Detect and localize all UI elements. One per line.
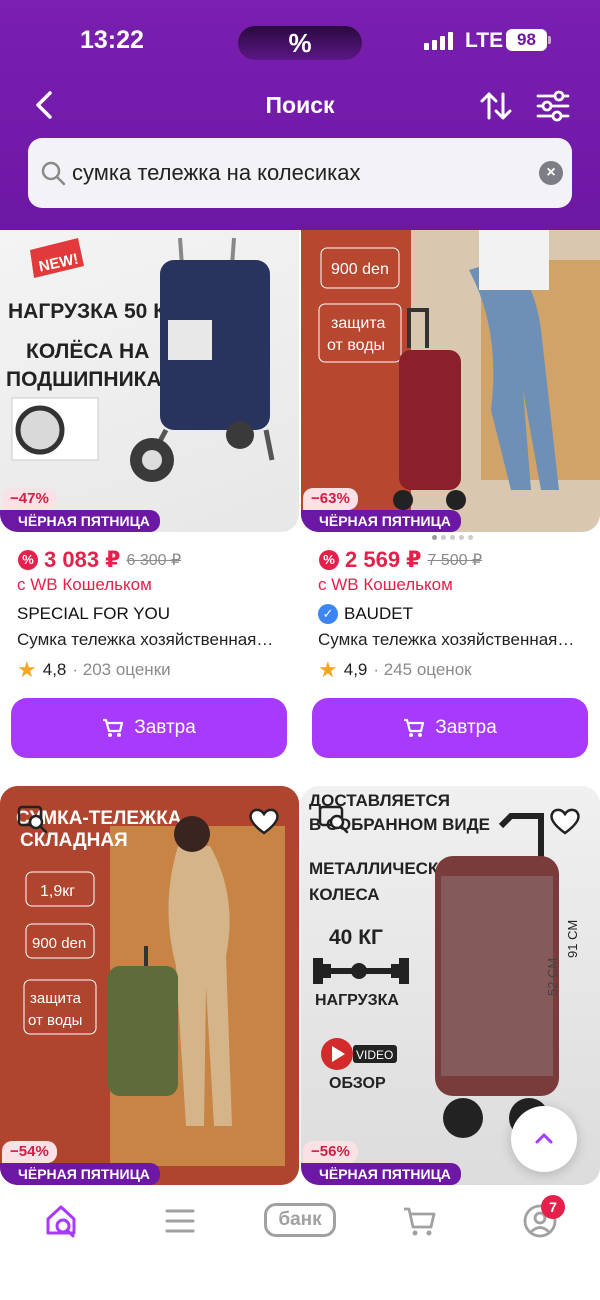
img-text-6: НАГРУЗКА <box>315 992 399 1009</box>
scroll-top-button[interactable] <box>511 1106 577 1172</box>
old-price: 7 500 ₽ <box>427 552 483 569</box>
product-name: Сумка тележка хозяйственная… <box>17 630 274 649</box>
discount-badge: −54% <box>2 1141 57 1163</box>
promo-label: ЧЁРНАЯ ПЯТНИЦА <box>0 1163 160 1185</box>
page-title: Поиск <box>265 92 335 118</box>
visual-search-icon[interactable] <box>317 802 351 836</box>
price-row: % 2 569 ₽ 7 500 ₽ <box>319 547 482 573</box>
product-card[interactable]: СУМКА-ТЕЛЕЖКА СКЛАДНАЯ 1,9кг 900 den защ… <box>0 786 299 1186</box>
filter-icon[interactable] <box>535 88 571 124</box>
img-text-4: 900 den <box>32 935 86 952</box>
product-photo: NEW! НАГРУЗКА 50 КГ. КОЛЁСА НА ПОДШИПНИК… <box>6 237 275 482</box>
wallet-note: с WB Кошельком <box>17 575 152 594</box>
wb-wallet-icon: % <box>18 550 38 570</box>
delivery-button[interactable]: Завтра <box>11 698 287 758</box>
network-label: LTE <box>465 29 504 52</box>
cart-badge: 7 <box>541 1195 565 1219</box>
old-price: 6 300 ₽ <box>126 552 182 569</box>
img-text-3: от воды <box>327 337 385 354</box>
product-image[interactable]: СУМКА-ТЕЛЕЖКА СКЛАДНАЯ 1,9кг 900 den защ… <box>0 786 299 1185</box>
price-row: % 3 083 ₽ 6 300 ₽ <box>18 547 181 573</box>
cart-icon <box>103 718 124 737</box>
img-text-6: от воды <box>28 1012 82 1029</box>
img-text-2: КОЛЁСА НА <box>26 340 149 363</box>
chevron-up-icon <box>535 1133 553 1144</box>
bank-button[interactable]: банк <box>264 1203 336 1237</box>
discount-badge: −63% <box>303 488 358 510</box>
battery-icon: 98 <box>506 29 547 51</box>
promo-label: ЧЁРНАЯ ПЯТНИЦА <box>301 510 461 532</box>
cart-icon[interactable] <box>402 1201 438 1241</box>
product-image[interactable]: NEW! НАГРУЗКА 50 КГ. КОЛЁСА НА ПОДШИПНИК… <box>0 230 299 532</box>
heart-icon[interactable] <box>548 804 582 838</box>
bottom-nav: банк 7 <box>0 1185 600 1300</box>
search-icon <box>41 161 66 186</box>
rating-value: 4,9 <box>343 660 368 679</box>
heart-icon[interactable] <box>247 804 281 838</box>
img-text-5: защита <box>30 990 82 1007</box>
product-name-text: Сумка тележка хозяйственная <box>318 630 558 649</box>
product-name: Сумка тележка хозяйственная… <box>318 630 575 649</box>
delivery-label: Завтра <box>435 717 497 738</box>
search-input[interactable]: сумка тележка на колесиках × <box>28 138 572 208</box>
brand-label: BAUDET <box>344 604 413 623</box>
img-text-9: 91 СМ <box>565 920 580 958</box>
star-icon: ★ <box>17 657 37 682</box>
catalog-icon[interactable] <box>164 1201 196 1241</box>
home-search-icon[interactable] <box>44 1201 78 1241</box>
reviews-count: · 245 оценок <box>373 660 472 679</box>
img-text-1: НАГРУЗКА 50 КГ. <box>8 300 181 323</box>
clear-icon[interactable]: × <box>539 161 563 185</box>
delivery-label: Завтра <box>134 717 196 738</box>
back-icon[interactable] <box>30 88 60 122</box>
img-text-10: 52 СМ <box>545 958 560 996</box>
img-text-1: 900 den <box>331 261 389 278</box>
img-text-2: защита <box>331 315 385 332</box>
top-bar: 13:22 % LTE 98 Поиск сумка тележка на ко… <box>0 0 600 230</box>
product-photo: СУМКА-ТЕЛЕЖКА СКЛАДНАЯ 1,9кг 900 den защ… <box>0 786 299 1185</box>
star-icon: ★ <box>318 657 338 682</box>
dynamic-island: % <box>238 26 362 60</box>
product-name-text: Сумка тележка хозяйственная <box>17 630 257 649</box>
discount-badge: −56% <box>303 1141 358 1163</box>
img-text-4: КОЛЕСА <box>309 885 380 904</box>
rating: ★ 4,9 · 245 оценок <box>318 657 472 683</box>
img-text-3: ПОДШИПНИКАХ <box>6 368 176 391</box>
rating: ★ 4,8 · 203 оценки <box>17 657 171 683</box>
visual-search-icon[interactable] <box>16 802 50 836</box>
img-text-7: VIDEO <box>356 1048 393 1062</box>
image-pager <box>432 535 473 540</box>
rating-value: 4,8 <box>42 660 67 679</box>
clock: 13:22 <box>80 26 144 54</box>
promo-label: ЧЁРНАЯ ПЯТНИЦА <box>0 510 160 532</box>
wb-wallet-icon: % <box>319 550 339 570</box>
discount-badge: −47% <box>2 488 57 510</box>
sort-icon[interactable] <box>478 88 514 124</box>
promo-label: ЧЁРНАЯ ПЯТНИЦА <box>301 1163 461 1185</box>
price: 2 569 ₽ <box>345 547 422 572</box>
brand-name: ✓ BAUDET <box>318 604 413 624</box>
img-text-8: ОБЗОР <box>329 1075 386 1092</box>
product-card[interactable]: NEW! НАГРУЗКА 50 КГ. КОЛЁСА НА ПОДШИПНИК… <box>0 230 299 770</box>
verified-icon: ✓ <box>318 604 338 624</box>
delivery-button[interactable]: Завтра <box>312 698 588 758</box>
product-photo: 900 den защита от воды <box>301 230 600 532</box>
price: 3 083 ₽ <box>44 547 121 572</box>
cart-icon <box>404 718 425 737</box>
img-text-3: 1,9кг <box>40 883 75 900</box>
reviews-count: · 203 оценки <box>72 660 171 679</box>
product-card[interactable]: 900 den защита от воды −63% ЧЁРНАЯ ПЯТНИ… <box>301 230 600 770</box>
status-bar: 13:22 % LTE 98 <box>0 0 600 80</box>
search-query: сумка тележка на колесиках <box>72 160 361 185</box>
signal-icon <box>424 32 453 50</box>
wallet-note: с WB Кошельком <box>318 575 453 594</box>
brand-name: SPECIAL FOR YOU <box>17 604 170 624</box>
battery-tip <box>548 36 551 44</box>
product-image[interactable]: 900 den защита от воды −63% ЧЁРНАЯ ПЯТНИ… <box>301 230 600 532</box>
img-text-5: 40 КГ <box>329 926 383 949</box>
brand-label: SPECIAL FOR YOU <box>17 604 171 623</box>
